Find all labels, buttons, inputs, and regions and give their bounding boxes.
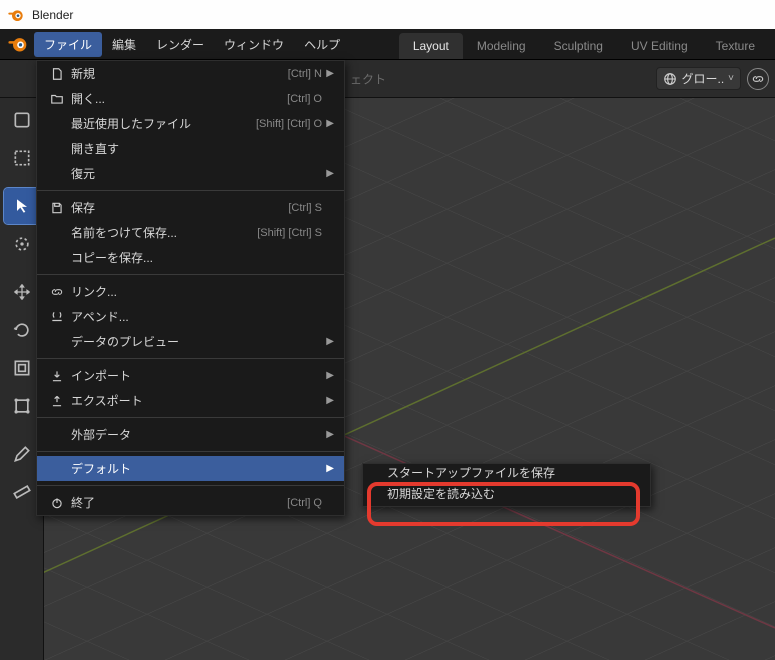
tab-sculpting[interactable]: Sculpting (540, 33, 617, 59)
tool-move[interactable] (4, 274, 40, 310)
globe-icon (663, 72, 677, 86)
submenu-arrow-icon: ▶ (322, 68, 334, 79)
submenu-arrow-icon: ▶ (322, 463, 334, 474)
snap-toggle[interactable] (747, 68, 769, 90)
menu-recent[interactable]: 最近使用したファイル [Shift] [Ctrl] O ▶ (37, 111, 344, 136)
tool-transform[interactable] (4, 388, 40, 424)
submenu-arrow-icon: ▶ (322, 429, 334, 440)
tab-layout[interactable]: Layout (399, 33, 463, 59)
power-icon (47, 496, 67, 510)
blender-logo-icon (8, 7, 24, 23)
menu-savecopy[interactable]: コピーを保存... (37, 245, 344, 270)
mode-fragment: ェクト (350, 70, 386, 87)
orientation-dropdown[interactable]: グロー.. ˅ (656, 67, 741, 90)
menu-revert[interactable]: 復元 ▶ (37, 161, 344, 186)
file-new-icon (47, 67, 67, 81)
tool-rotate[interactable] (4, 312, 40, 348)
workspace-tabs: Layout Modeling Sculpting UV Editing Tex… (399, 29, 769, 59)
file-menu-dropdown: 新規 [Ctrl] N ▶ 開く... [Ctrl] O 最近使用したファイル … (36, 60, 345, 516)
submenu-arrow-icon: ▶ (322, 118, 334, 129)
submenu-save-startup[interactable]: スタートアップファイルを保存 (363, 464, 650, 481)
tool-measure[interactable] (4, 474, 40, 510)
tool-select-box[interactable] (4, 140, 40, 176)
menu-separator (37, 485, 344, 486)
title-bar: Blender (0, 0, 775, 29)
menu-append[interactable]: アペンド... (37, 304, 344, 329)
tab-modeling[interactable]: Modeling (463, 33, 540, 59)
chevron-down-icon: ˅ (728, 73, 734, 84)
menu-defaults[interactable]: デフォルト ▶ (37, 456, 344, 481)
tool-cursor[interactable] (4, 102, 40, 138)
submenu-arrow-icon: ▶ (322, 336, 334, 347)
blender-logo-small-icon[interactable] (8, 34, 28, 54)
menu-window[interactable]: ウィンドウ (214, 32, 294, 57)
tab-uv[interactable]: UV Editing (617, 33, 702, 59)
append-icon (47, 310, 67, 324)
submenu-arrow-icon: ▶ (322, 370, 334, 381)
submenu-load-factory[interactable]: 初期設定を読み込む (363, 481, 650, 506)
tool-scale[interactable] (4, 350, 40, 386)
menu-separator (37, 274, 344, 275)
menu-save[interactable]: 保存 [Ctrl] S (37, 195, 344, 220)
tool-cursor-3d[interactable] (4, 226, 40, 262)
folder-open-icon (47, 92, 67, 106)
menu-reopen[interactable]: 開き直す (37, 136, 344, 161)
menu-render[interactable]: レンダー (146, 32, 214, 57)
menu-preview[interactable]: データのプレビュー ▶ (37, 329, 344, 354)
menu-edit[interactable]: 編集 (102, 32, 146, 57)
menu-separator (37, 190, 344, 191)
tool-annotate[interactable] (4, 436, 40, 472)
menu-open[interactable]: 開く... [Ctrl] O (37, 86, 344, 111)
orientation-label: グロー.. (681, 70, 724, 87)
menu-separator (37, 358, 344, 359)
menu-quit[interactable]: 終了 [Ctrl] Q (37, 490, 344, 515)
link-icon (47, 285, 67, 299)
menu-external[interactable]: 外部データ ▶ (37, 422, 344, 447)
defaults-submenu: スタートアップファイルを保存 初期設定を読み込む (362, 463, 651, 507)
submenu-arrow-icon: ▶ (322, 395, 334, 406)
menu-file[interactable]: ファイル (34, 32, 102, 57)
submenu-arrow-icon: ▶ (322, 168, 334, 179)
export-icon (47, 394, 67, 408)
menu-bar: ファイル 編集 レンダー ウィンドウ ヘルプ Layout Modeling S… (0, 29, 775, 60)
menu-new[interactable]: 新規 [Ctrl] N ▶ (37, 61, 344, 86)
menu-link[interactable]: リンク... (37, 279, 344, 304)
import-icon (47, 369, 67, 383)
link-icon (751, 72, 765, 86)
tool-select[interactable] (4, 188, 40, 224)
menu-help[interactable]: ヘルプ (294, 32, 350, 57)
menu-import[interactable]: インポート ▶ (37, 363, 344, 388)
window-title: Blender (32, 8, 73, 22)
menu-separator (37, 417, 344, 418)
menu-separator (37, 451, 344, 452)
tab-texture[interactable]: Texture (702, 33, 769, 59)
menu-saveas[interactable]: 名前をつけて保存... [Shift] [Ctrl] S (37, 220, 344, 245)
save-icon (47, 201, 67, 215)
menu-export[interactable]: エクスポート ▶ (37, 388, 344, 413)
